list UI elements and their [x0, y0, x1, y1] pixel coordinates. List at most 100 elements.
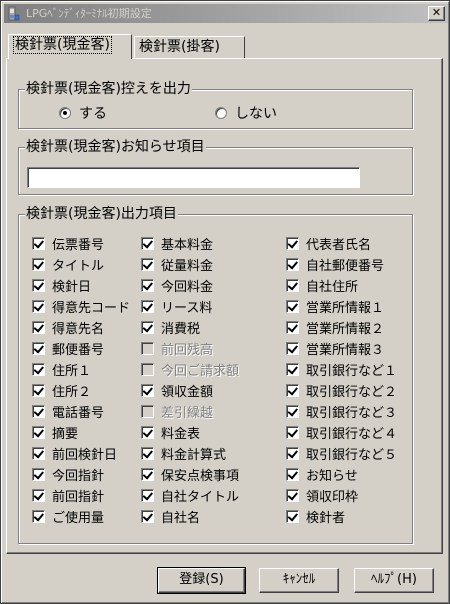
checkbox[interactable]: [32, 257, 45, 271]
checkbox-item[interactable]: 従量料金: [141, 255, 213, 274]
checkbox-item[interactable]: 営業所情報１: [286, 297, 384, 316]
checkbox-label: 得意先名: [52, 321, 105, 337]
checkbox-item[interactable]: 自社郵便番号: [286, 255, 385, 274]
checkbox[interactable]: [141, 467, 154, 481]
checkbox[interactable]: [141, 320, 154, 334]
checkbox[interactable]: [141, 236, 154, 250]
checkbox-item[interactable]: 住所２: [32, 381, 91, 400]
settings-window: LPGﾍﾞﾝﾃﾞｨﾀｰﾐﾅﾙ初期設定 ✕ 検針票(現金客) 検針票(掛客) 検針…: [0, 0, 450, 604]
checkbox[interactable]: [141, 257, 154, 271]
checkbox-item[interactable]: 保安点検事項: [141, 465, 239, 484]
checkbox[interactable]: [32, 404, 45, 418]
checkbox-item[interactable]: 得意先名: [32, 318, 105, 337]
checkbox-item[interactable]: 得意先コード: [32, 297, 130, 316]
checkbox[interactable]: [32, 341, 45, 355]
checkbox[interactable]: [32, 278, 45, 292]
checkbox-item[interactable]: 料金計算式: [141, 444, 226, 463]
checkbox-item[interactable]: 検針日: [32, 276, 91, 295]
checkbox[interactable]: [286, 257, 299, 271]
checkbox-item[interactable]: 住所１: [32, 360, 91, 379]
radio-label: しない: [235, 106, 277, 122]
checkbox[interactable]: [141, 446, 154, 460]
checkbox-label: 前回検針日: [52, 447, 118, 463]
checkbox-item[interactable]: 前回指針: [32, 486, 104, 505]
checkbox-item[interactable]: 前回検針日: [32, 444, 118, 463]
checkbox-item[interactable]: 電話番号: [32, 402, 104, 421]
checkbox[interactable]: [286, 362, 299, 376]
checkbox-item[interactable]: 営業所情報３: [286, 339, 384, 358]
checkbox[interactable]: [32, 425, 45, 439]
checkbox-label: 取引銀行など４: [306, 426, 398, 442]
checkbox[interactable]: [286, 425, 299, 439]
checkbox[interactable]: [286, 488, 299, 502]
help-button[interactable]: ﾍﾙﾌﾟ(H): [354, 568, 434, 593]
checkbox[interactable]: [286, 320, 299, 334]
checkbox-item[interactable]: お知らせ: [286, 465, 358, 484]
copy-output-title: 検針票(現金客)控えを出力: [25, 80, 192, 98]
checkbox[interactable]: [286, 509, 299, 523]
checkbox[interactable]: [141, 509, 154, 523]
tab-cash-customer[interactable]: 検針票(現金客): [8, 34, 132, 59]
radio-button[interactable]: [59, 107, 71, 119]
checkbox-item[interactable]: ご使用量: [32, 507, 104, 526]
checkbox-item[interactable]: 検針者: [286, 507, 345, 526]
checkbox-item[interactable]: 営業所情報２: [286, 318, 384, 337]
checkbox-item[interactable]: 取引銀行など４: [286, 423, 398, 442]
checkbox-item[interactable]: 摘要: [32, 423, 78, 442]
checkbox-item[interactable]: 料金表: [141, 423, 200, 442]
checkbox-item[interactable]: 消費税: [141, 318, 200, 337]
checkbox[interactable]: [141, 299, 154, 313]
checkbox[interactable]: [32, 488, 45, 502]
checkbox-item[interactable]: リース料: [141, 297, 212, 316]
checkbox-item[interactable]: 自社タイトル: [141, 486, 239, 505]
checkbox-item[interactable]: 代表者氏名: [286, 234, 371, 253]
register-button[interactable]: 登録(S): [157, 567, 246, 594]
cancel-button[interactable]: ｷｬﾝｾﾙ: [259, 568, 339, 593]
checkbox[interactable]: [141, 488, 154, 502]
checkbox-item[interactable]: 今回指針: [32, 465, 104, 484]
radio-no[interactable]: しない: [215, 103, 277, 123]
checkbox-item[interactable]: 自社名: [141, 507, 200, 526]
radio-yes[interactable]: する: [59, 103, 107, 123]
checkbox-label: 前回残高: [161, 342, 214, 358]
checkbox[interactable]: [32, 299, 45, 313]
checkbox-item: 前回残高: [141, 339, 214, 358]
checkbox[interactable]: [32, 362, 45, 376]
checkbox-item[interactable]: 取引銀行など１: [286, 360, 397, 379]
close-button[interactable]: ✕: [428, 6, 445, 21]
checkbox-item[interactable]: 今回料金: [141, 276, 213, 295]
checkbox-item[interactable]: 領収金額: [141, 381, 213, 400]
notice-input[interactable]: [27, 167, 360, 188]
checkbox-label: 自社郵便番号: [306, 258, 385, 274]
checkbox[interactable]: [286, 467, 299, 481]
checkbox[interactable]: [141, 383, 154, 397]
checkbox-item[interactable]: 取引銀行など２: [286, 381, 397, 400]
checkbox-item[interactable]: 領収印枠: [286, 486, 358, 505]
checkbox[interactable]: [141, 278, 154, 292]
checkbox[interactable]: [286, 236, 299, 250]
checkbox[interactable]: [141, 425, 154, 439]
checkbox[interactable]: [32, 383, 45, 397]
checkbox-item[interactable]: 自社住所: [286, 276, 358, 295]
checkbox[interactable]: [32, 509, 45, 523]
checkbox[interactable]: [286, 383, 299, 397]
checkbox[interactable]: [32, 320, 45, 334]
checkbox[interactable]: [32, 446, 45, 460]
tab-credit-customer[interactable]: 検針票(掛客): [134, 36, 245, 59]
checkbox[interactable]: [32, 467, 45, 481]
checkbox-item[interactable]: 伝票番号: [32, 234, 104, 253]
checkbox-item[interactable]: 取引銀行など３: [286, 402, 397, 421]
radio-button[interactable]: [215, 107, 227, 119]
checkbox[interactable]: [286, 299, 299, 313]
checkbox-item: 差引繰越: [141, 402, 213, 421]
checkbox[interactable]: [286, 278, 299, 292]
checkbox-item[interactable]: タイトル: [32, 255, 104, 274]
checkbox[interactable]: [286, 341, 299, 355]
checkbox-item[interactable]: 郵便番号: [32, 339, 104, 358]
checkbox-item[interactable]: 取引銀行など５: [286, 444, 397, 463]
checkbox[interactable]: [286, 446, 299, 460]
checkbox-label: 今回ご請求額: [161, 363, 240, 379]
checkbox[interactable]: [32, 236, 45, 250]
checkbox[interactable]: [286, 404, 299, 418]
checkbox-item[interactable]: 基本料金: [141, 234, 213, 253]
